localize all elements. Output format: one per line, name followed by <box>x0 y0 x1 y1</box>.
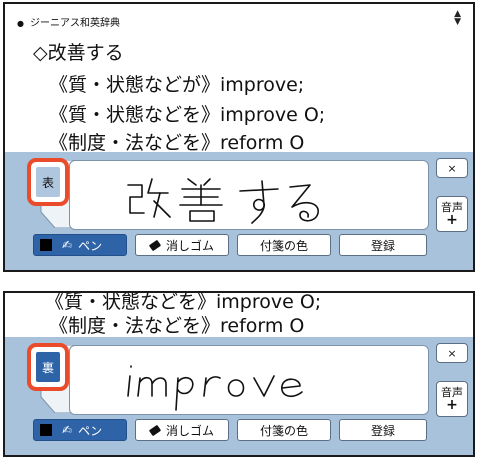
plus-icon: + <box>446 212 458 228</box>
sound-button-back[interactable]: 音声 + <box>436 381 468 417</box>
scroll-updown-icon[interactable]: ▲ ▼ <box>454 10 461 27</box>
pen-label: ペン <box>78 238 103 253</box>
register-button-back[interactable]: 登録 <box>339 419 427 441</box>
sound-button[interactable]: 音声 + <box>436 196 468 232</box>
plus-icon: + <box>446 397 458 413</box>
card-front-button[interactable]: 表 <box>27 158 69 206</box>
register-button[interactable]: 登録 <box>339 234 427 256</box>
handwriting-strokes-back <box>127 365 303 411</box>
sticky-color-label: 付箋の色 <box>259 238 308 253</box>
close-button[interactable]: × <box>436 158 468 178</box>
close-button-back[interactable]: × <box>436 343 468 363</box>
dictionary-title: ジーニアス和英辞典 <box>29 18 120 29</box>
pen-button-back[interactable]: ✍ ペン <box>33 419 127 441</box>
eraser-icon <box>148 239 162 251</box>
pen-toolbar-back: ✍ ペン 消しゴム 付箋の色 登録 <box>33 419 429 443</box>
pen-icon: ✍ <box>62 423 73 437</box>
flashcard-panel-back: 裏 × 音声 + ✍ ペン 消しゴム 付箋の色 登録 <box>5 337 473 455</box>
eraser-button-back[interactable]: 消しゴム <box>135 419 229 441</box>
pen-toolbar: ✍ ペン 消しゴム 付箋の色 登録 <box>33 234 429 258</box>
pen-button[interactable]: ✍ ペン <box>33 234 127 256</box>
pen-icon: ✍ <box>62 238 73 252</box>
sticky-color-button-back[interactable]: 付箋の色 <box>237 419 331 441</box>
definition-line-2: 《質・状態などを》improve O; <box>49 104 326 126</box>
pen-label: ペン <box>78 423 103 438</box>
back-label: 裏 <box>41 360 54 375</box>
pen-color-swatch <box>40 424 52 436</box>
flashcard-panel: 表 × 音声 + ✍ ペン 消しゴム 付箋の色 登録 <box>5 152 473 270</box>
handwriting-card[interactable] <box>69 160 429 230</box>
definition-line-1: 《質・状態などが》improve; <box>49 74 305 96</box>
front-label: 表 <box>41 175 54 190</box>
sticky-color-label: 付箋の色 <box>259 423 308 438</box>
dictionary-screen-front: ● ジーニアス和英辞典 ▲ ▼ ◇改善する 《質・状態などが》improve; 《質… <box>3 2 475 272</box>
pen-color-swatch <box>40 239 52 251</box>
headword: ◇改善する <box>33 42 124 64</box>
eraser-label: 消しゴム <box>165 238 214 253</box>
close-icon: × <box>447 161 457 175</box>
eraser-icon <box>148 424 162 436</box>
bullet-icon: ● <box>17 19 24 28</box>
definition-line-3-back: 《制度・法などを》reform O <box>49 315 305 337</box>
register-label: 登録 <box>370 423 395 438</box>
handwriting-strokes <box>127 178 319 224</box>
handwriting-card-back[interactable] <box>69 345 429 415</box>
sticky-color-button[interactable]: 付箋の色 <box>237 234 331 256</box>
dictionary-header: ● ジーニアス和英辞典 <box>17 14 120 29</box>
register-label: 登録 <box>370 238 395 253</box>
eraser-label: 消しゴム <box>165 423 214 438</box>
eraser-button[interactable]: 消しゴム <box>135 234 229 256</box>
dictionary-screen-back: 《質・状態などを》improve O; 《制度・法などを》reform O 裏 … <box>3 291 475 457</box>
close-icon: × <box>447 346 457 360</box>
definition-line-3: 《制度・法などを》reform O <box>49 132 305 154</box>
card-back-button[interactable]: 裏 <box>27 343 69 391</box>
